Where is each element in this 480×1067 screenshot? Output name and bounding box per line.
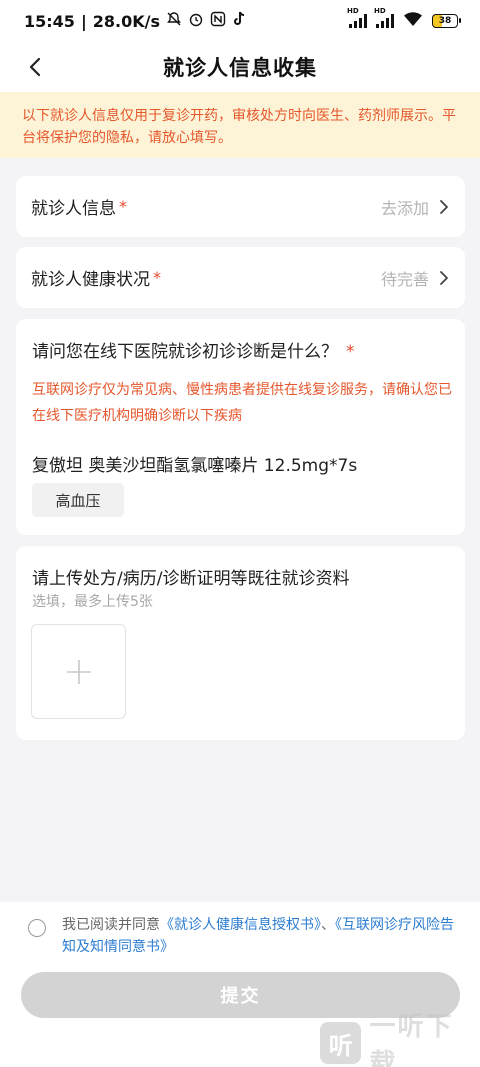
- status-time: 15:45: [24, 11, 75, 31]
- upload-image-button[interactable]: [31, 624, 126, 719]
- chevron-right-icon: [439, 270, 451, 286]
- patient-info-label: 就诊人信息: [31, 199, 116, 219]
- page-title: 就诊人信息收集: [163, 56, 317, 80]
- watermark-logo: 听: [320, 1022, 362, 1064]
- diagnosis-question: 请问您在线下医院就诊初诊诊断是什么？ *: [32, 337, 355, 362]
- chevron-left-icon: [29, 57, 41, 77]
- chevron-right-icon: [439, 199, 451, 215]
- required-mark: *: [346, 342, 355, 362]
- battery-level: 38: [438, 16, 452, 26]
- drug-name: 复傲坦 奥美沙坦酯氢氯噻嗪片 12.5mg*7s: [32, 456, 358, 476]
- diagnosis-warning: 互联网诊疗仅为常见病、慢性病患者提供在线复诊服务，请确认您已在线下医疗机构明确诊…: [32, 382, 452, 424]
- health-status-label: 就诊人健康状况: [31, 270, 150, 290]
- patient-info-value: 去添加: [380, 198, 429, 218]
- diagnosis-question-text: 请问您在线下医院就诊初诊诊断是什么？: [32, 342, 338, 362]
- network-speed: 28.0K/s: [92, 11, 161, 31]
- upload-hint: 选填，最多上传5张: [32, 594, 153, 610]
- nfc-icon: [210, 11, 226, 31]
- watermark-text: 一听下载: [369, 1012, 454, 1067]
- patient-info-row[interactable]: 就诊人信息 * 去添加: [16, 176, 465, 237]
- health-status-value: 待完善: [380, 269, 429, 289]
- agreement-text: 我已阅读并同意《就诊人健康信息授权书》、《互联网诊疗风险告知及知情同意书》: [62, 914, 462, 958]
- header: 就诊人信息收集: [0, 42, 480, 92]
- diagnosis-card: 请问您在线下医院就诊初诊诊断是什么？ * 互联网诊疗仅为常见病、慢性病患者提供在线…: [16, 319, 465, 535]
- diagnosis-tag-hypertension[interactable]: 高血压: [32, 483, 124, 517]
- plus-icon: [66, 659, 91, 684]
- privacy-notice: 以下就诊人信息仅用于复诊开药，审核处方时向医生、药剂师展示。平台将保护您的隐私，…: [0, 92, 480, 158]
- watermark: 听 一听下载: [320, 1012, 480, 1067]
- tiktok-icon: [232, 11, 246, 31]
- upload-title: 请上传处方/病历/诊断证明等既往就诊资料: [32, 569, 350, 589]
- agreement-prefix: 我已阅读并同意: [62, 917, 160, 933]
- required-mark: *: [119, 197, 127, 216]
- signal-hd-icon: HD: [347, 7, 367, 28]
- health-status-row[interactable]: 就诊人健康状况 * 待完善: [16, 247, 465, 308]
- required-mark: *: [153, 268, 161, 287]
- back-button[interactable]: [20, 50, 50, 84]
- status-divider: |: [80, 11, 87, 31]
- agreement-separator: 、: [321, 917, 335, 933]
- alarm-icon: [188, 11, 204, 31]
- upload-card: 请上传处方/病历/诊断证明等既往就诊资料 选填，最多上传5张: [16, 546, 465, 740]
- wifi-icon: [403, 11, 423, 31]
- signal-hd-icon: HD: [374, 7, 394, 28]
- agreement-checkbox[interactable]: [28, 919, 46, 937]
- health-info-authorization-link[interactable]: 《就诊人健康信息授权书》: [160, 917, 321, 933]
- bell-off-icon: [166, 11, 182, 31]
- status-bar: 15:45 | 28.0K/s HD HD 38: [0, 0, 480, 42]
- battery-icon: 38: [432, 14, 461, 28]
